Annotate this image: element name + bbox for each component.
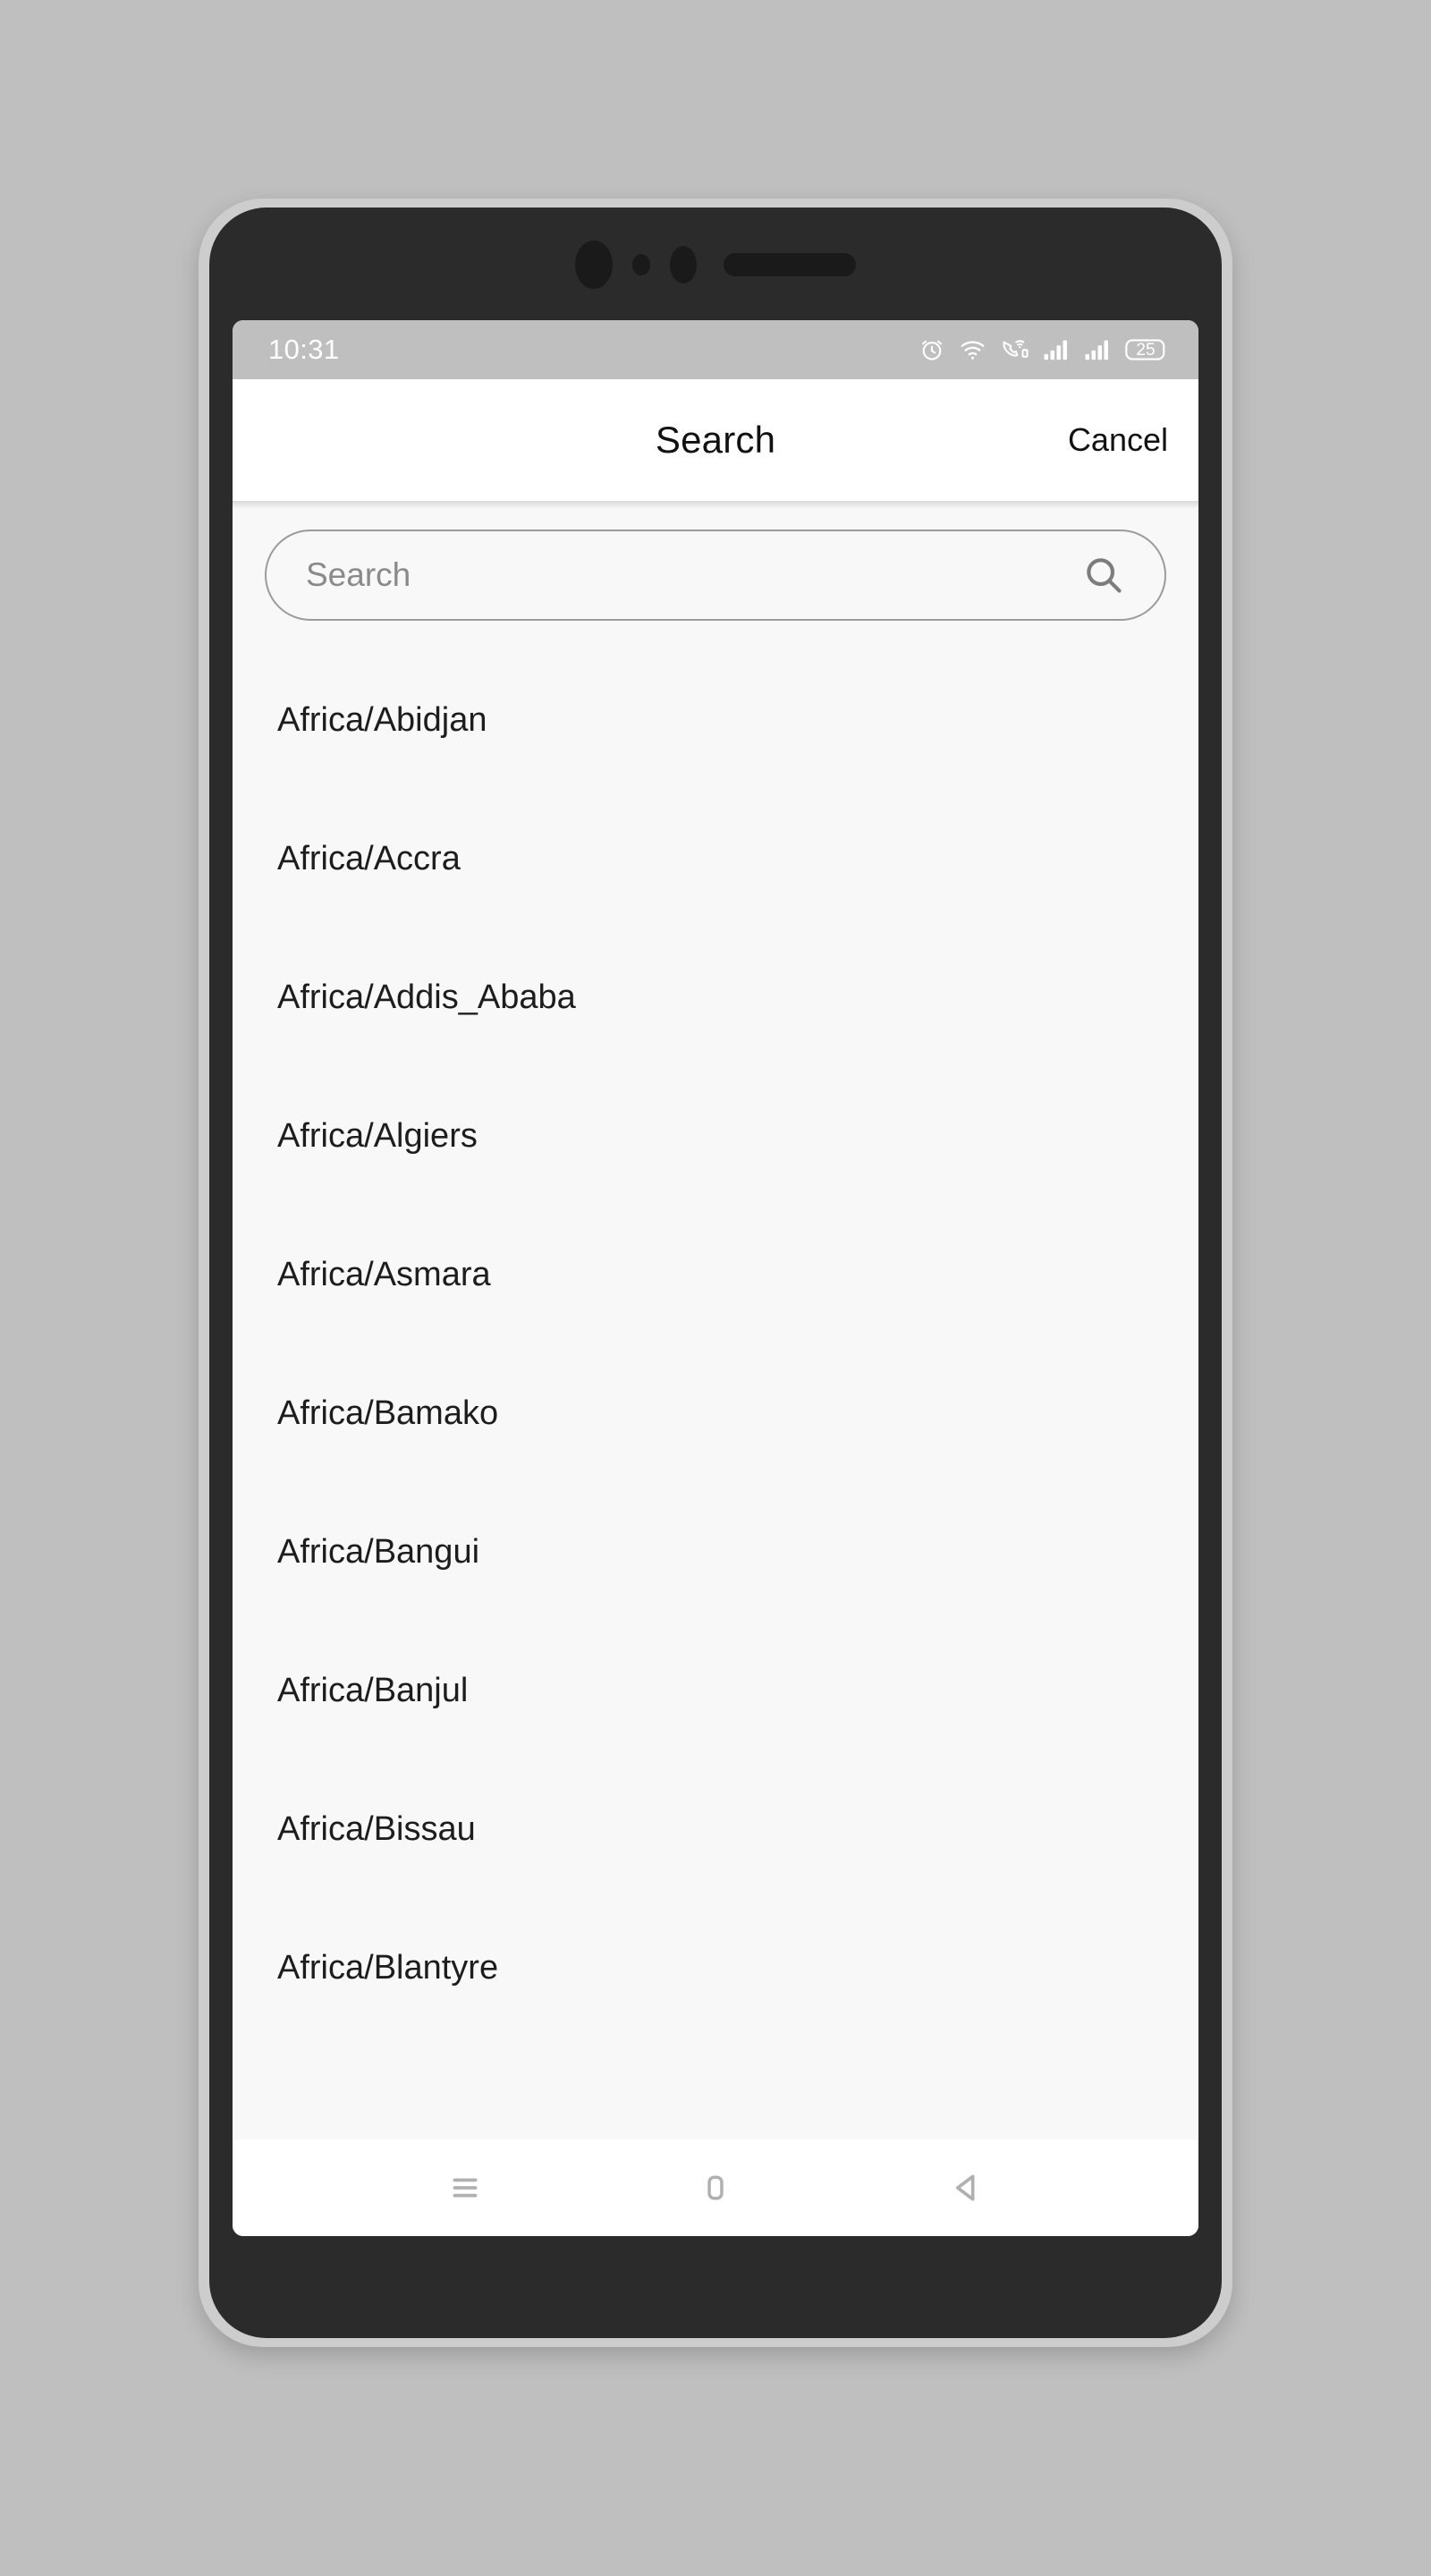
android-navigation-bar: [233, 2140, 1198, 2236]
search-icon[interactable]: [1079, 550, 1129, 600]
list-item[interactable]: Africa/Algiers: [233, 1067, 1198, 1206]
list-item[interactable]: Africa/Asmara: [233, 1206, 1198, 1344]
list-item[interactable]: Africa/Bangui: [233, 1483, 1198, 1622]
search-input[interactable]: [304, 555, 1079, 595]
page-title: Search: [655, 419, 776, 461]
triangle-left-icon: [945, 2167, 986, 2208]
recents-button[interactable]: [422, 2145, 508, 2231]
list-item-label: Africa/Blantyre: [277, 1949, 499, 1987]
list-item-label: Africa/Banjul: [277, 1672, 469, 1709]
list-item-label: Africa/Bamako: [277, 1394, 499, 1432]
header-divider-shadow: [233, 501, 1198, 510]
search-field[interactable]: [265, 530, 1166, 621]
rounded-square-icon: [696, 2168, 735, 2207]
timezone-list: Africa/Abidjan Africa/Accra Africa/Addis…: [233, 651, 1198, 2038]
list-item-label: Africa/Addis_Ababa: [277, 979, 576, 1016]
status-bar: 10:31 25: [233, 320, 1198, 379]
list-item-label: Africa/Algiers: [277, 1117, 478, 1155]
list-item-label: Africa/Bangui: [277, 1533, 480, 1571]
list-item[interactable]: Africa/Bissau: [233, 1760, 1198, 1899]
home-button[interactable]: [673, 2145, 758, 2231]
cancel-button[interactable]: Cancel: [1068, 421, 1168, 459]
wifi-calling-icon: [1000, 336, 1029, 363]
list-item[interactable]: Africa/Blantyre: [233, 1899, 1198, 2038]
menu-lines-icon: [445, 2167, 486, 2208]
list-item-label: Africa/Bissau: [277, 1810, 476, 1848]
app-header: Search Cancel: [233, 379, 1198, 501]
battery-icon: 25: [1125, 337, 1166, 362]
list-item[interactable]: Africa/Abidjan: [233, 651, 1198, 790]
phone-screen: 10:31 25 Search Cancel Search Africa/Abi…: [233, 320, 1198, 2236]
signal-bars-sim2-icon: [1084, 337, 1112, 362]
list-item[interactable]: Africa/Accra: [233, 790, 1198, 928]
search-bar-container: [233, 530, 1198, 621]
list-item[interactable]: Africa/Addis_Ababa: [233, 928, 1198, 1067]
search-screen-body: Africa/Abidjan Africa/Accra Africa/Addis…: [233, 510, 1198, 2140]
list-item[interactable]: Africa/Bamako: [233, 1344, 1198, 1483]
alarm-clock-icon: [919, 336, 945, 363]
back-button[interactable]: [923, 2145, 1009, 2231]
status-bar-icons: 25: [919, 336, 1166, 363]
list-item-label: Africa/Asmara: [277, 1256, 491, 1293]
list-item[interactable]: Africa/Banjul: [233, 1622, 1198, 1760]
wifi-icon: [959, 336, 986, 363]
list-item-label: Africa/Abidjan: [277, 701, 487, 739]
battery-level-label: 25: [1136, 340, 1156, 360]
status-bar-clock: 10:31: [268, 334, 340, 365]
list-item-label: Africa/Accra: [277, 840, 461, 877]
signal-bars-sim1-icon: [1043, 337, 1071, 362]
